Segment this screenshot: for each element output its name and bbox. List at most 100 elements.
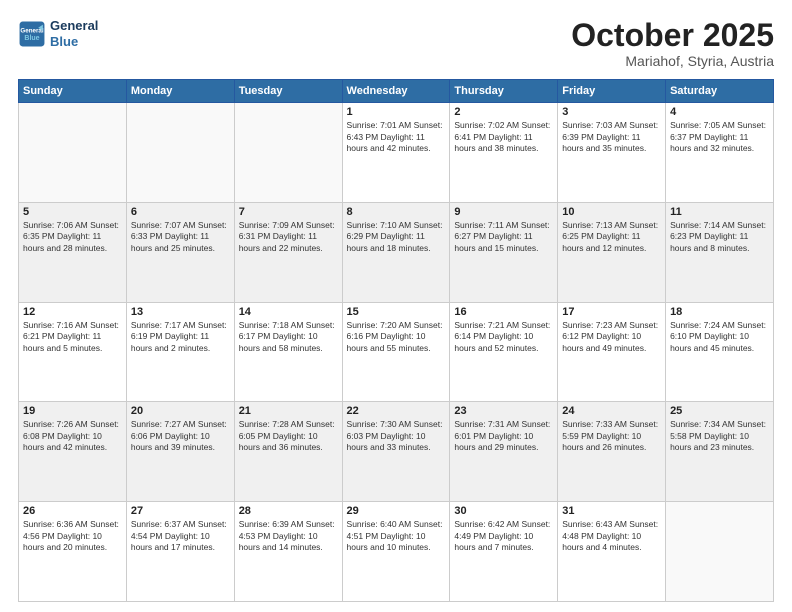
day-number: 4 [670,106,769,118]
table-row: 24Sunrise: 7:33 AM Sunset: 5:59 PM Dayli… [558,402,666,502]
day-info: Sunrise: 7:33 AM Sunset: 5:59 PM Dayligh… [562,419,661,453]
day-info: Sunrise: 7:34 AM Sunset: 5:58 PM Dayligh… [670,419,769,453]
day-info: Sunrise: 7:31 AM Sunset: 6:01 PM Dayligh… [454,419,553,453]
day-number: 13 [131,306,230,318]
day-number: 22 [347,405,446,417]
table-row: 18 Sunrise: 7:24 AM Sunset: 6:10 PM Dayli… [666,302,774,402]
day-info: Sunrise: 6:36 AM Sunset: 4:56 PM Dayligh… [23,519,122,553]
day-info: Sunrise: 7:09 AM Sunset: 6:31 PM Dayligh… [239,220,338,254]
day-info: Sunrise: 7:23 AM Sunset: 6:12 PM Dayligh… [562,320,661,354]
calendar-week-row: 12 Sunrise: 7:16 AM Sunset: 6:21 PM Dayli… [19,302,774,402]
month-title: October 2025 [571,18,774,53]
table-row: 5Sunrise: 7:06 AM Sunset: 6:35 PM Daylig… [19,202,127,302]
day-info: Sunrise: 7:10 AM Sunset: 6:29 PM Dayligh… [347,220,446,254]
day-number: 3 [562,106,661,118]
day-info: Sunrise: 7:07 AM Sunset: 6:33 PM Dayligh… [131,220,230,254]
table-row: 11 Sunrise: 7:14 AM Sunset: 6:23 PM Dayli… [666,202,774,302]
logo: General Blue General Blue [18,18,98,49]
day-info: Sunrise: 7:26 AM Sunset: 6:08 PM Dayligh… [23,419,122,453]
table-row: 9 Sunrise: 7:11 AM Sunset: 6:27 PM Daylig… [450,202,558,302]
calendar-header-row: Sunday Monday Tuesday Wednesday Thursday… [19,80,774,103]
day-info: Sunrise: 7:28 AM Sunset: 6:05 PM Dayligh… [239,419,338,453]
col-saturday: Saturday [666,80,774,103]
table-row: 21Sunrise: 7:28 AM Sunset: 6:05 PM Dayli… [234,402,342,502]
day-number: 14 [239,306,338,318]
day-info: Sunrise: 7:18 AM Sunset: 6:17 PM Dayligh… [239,320,338,354]
table-row: 25 Sunrise: 7:34 AM Sunset: 5:58 PM Dayli… [666,402,774,502]
day-number: 20 [131,405,230,417]
day-info: Sunrise: 7:16 AM Sunset: 6:21 PM Dayligh… [23,320,122,354]
day-info: Sunrise: 7:05 AM Sunset: 6:37 PM Dayligh… [670,120,769,154]
day-number: 12 [23,306,122,318]
day-number: 16 [454,306,553,318]
day-number: 5 [23,206,122,218]
col-wednesday: Wednesday [342,80,450,103]
table-row: 15 Sunrise: 7:20 AM Sunset: 6:16 PM Dayli… [342,302,450,402]
day-number: 19 [23,405,122,417]
table-row: 16 Sunrise: 7:21 AM Sunset: 6:14 PM Dayli… [450,302,558,402]
day-number: 9 [454,206,553,218]
day-info: Sunrise: 7:03 AM Sunset: 6:39 PM Dayligh… [562,120,661,154]
page: General Blue General Blue October 2025 M… [0,0,792,612]
day-number: 27 [131,505,230,517]
logo-text: General Blue [50,18,98,49]
day-number: 15 [347,306,446,318]
table-row: 31 Sunrise: 6:43 AM Sunset: 4:48 PM Dayli… [558,502,666,602]
table-row: 20 Sunrise: 7:27 AM Sunset: 6:06 PM Dayli… [126,402,234,502]
table-row: 1 Sunrise: 7:01 AM Sunset: 6:43 PM Daylig… [342,103,450,203]
table-row: 30Sunrise: 6:42 AM Sunset: 4:49 PM Dayli… [450,502,558,602]
day-number: 31 [562,505,661,517]
day-info: Sunrise: 7:24 AM Sunset: 6:10 PM Dayligh… [670,320,769,354]
calendar-table: Sunday Monday Tuesday Wednesday Thursday… [18,79,774,602]
day-number: 2 [454,106,553,118]
day-info: Sunrise: 6:43 AM Sunset: 4:48 PM Dayligh… [562,519,661,553]
day-info: Sunrise: 7:20 AM Sunset: 6:16 PM Dayligh… [347,320,446,354]
day-info: Sunrise: 7:14 AM Sunset: 6:23 PM Dayligh… [670,220,769,254]
table-row: 14 Sunrise: 7:18 AM Sunset: 6:17 PM Dayli… [234,302,342,402]
table-row: 7 Sunrise: 7:09 AM Sunset: 6:31 PM Daylig… [234,202,342,302]
day-info: Sunrise: 6:39 AM Sunset: 4:53 PM Dayligh… [239,519,338,553]
day-number: 17 [562,306,661,318]
day-info: Sunrise: 7:21 AM Sunset: 6:14 PM Dayligh… [454,320,553,354]
day-number: 10 [562,206,661,218]
col-tuesday: Tuesday [234,80,342,103]
day-number: 18 [670,306,769,318]
day-number: 29 [347,505,446,517]
table-row: 27 Sunrise: 6:37 AM Sunset: 4:54 PM Dayli… [126,502,234,602]
table-row: 12 Sunrise: 7:16 AM Sunset: 6:21 PM Dayli… [19,302,127,402]
table-row: 8 Sunrise: 7:10 AM Sunset: 6:29 PM Daylig… [342,202,450,302]
day-info: Sunrise: 7:01 AM Sunset: 6:43 PM Dayligh… [347,120,446,154]
day-number: 1 [347,106,446,118]
day-number: 26 [23,505,122,517]
day-number: 8 [347,206,446,218]
calendar-week-row: 5Sunrise: 7:06 AM Sunset: 6:35 PM Daylig… [19,202,774,302]
header: General Blue General Blue October 2025 M… [18,18,774,69]
day-number: 6 [131,206,230,218]
table-row: 13Sunrise: 7:17 AM Sunset: 6:19 PM Dayli… [126,302,234,402]
calendar-week-row: 19 Sunrise: 7:26 AM Sunset: 6:08 PM Dayli… [19,402,774,502]
location-subtitle: Mariahof, Styria, Austria [571,53,774,69]
calendar-week-row: 1 Sunrise: 7:01 AM Sunset: 6:43 PM Daylig… [19,103,774,203]
table-row [126,103,234,203]
day-info: Sunrise: 7:13 AM Sunset: 6:25 PM Dayligh… [562,220,661,254]
day-info: Sunrise: 6:37 AM Sunset: 4:54 PM Dayligh… [131,519,230,553]
day-number: 28 [239,505,338,517]
calendar-week-row: 26 Sunrise: 6:36 AM Sunset: 4:56 PM Dayli… [19,502,774,602]
day-number: 30 [454,505,553,517]
day-number: 11 [670,206,769,218]
day-info: Sunrise: 7:11 AM Sunset: 6:27 PM Dayligh… [454,220,553,254]
day-number: 7 [239,206,338,218]
table-row [234,103,342,203]
table-row: 22Sunrise: 7:30 AM Sunset: 6:03 PM Dayli… [342,402,450,502]
col-thursday: Thursday [450,80,558,103]
table-row [19,103,127,203]
table-row: 6 Sunrise: 7:07 AM Sunset: 6:33 PM Daylig… [126,202,234,302]
table-row: 19 Sunrise: 7:26 AM Sunset: 6:08 PM Dayli… [19,402,127,502]
svg-text:Blue: Blue [24,35,39,42]
table-row: 26 Sunrise: 6:36 AM Sunset: 4:56 PM Dayli… [19,502,127,602]
table-row: 28 Sunrise: 6:39 AM Sunset: 4:53 PM Dayli… [234,502,342,602]
day-number: 25 [670,405,769,417]
day-info: Sunrise: 6:40 AM Sunset: 4:51 PM Dayligh… [347,519,446,553]
day-info: Sunrise: 7:27 AM Sunset: 6:06 PM Dayligh… [131,419,230,453]
table-row: 23Sunrise: 7:31 AM Sunset: 6:01 PM Dayli… [450,402,558,502]
